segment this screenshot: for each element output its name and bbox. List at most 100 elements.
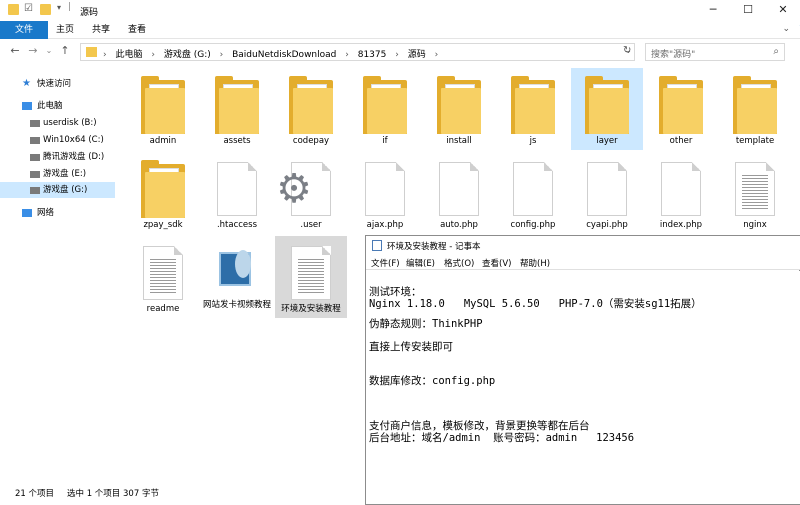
nav-label: 此电脑: [37, 101, 63, 111]
folder-icon: [141, 76, 185, 134]
nav-drive-e[interactable]: 游戏盘 (E:): [0, 166, 115, 182]
star-icon: ★: [22, 78, 31, 89]
nav-label: 网络: [37, 208, 55, 218]
close-button[interactable]: ✕: [766, 0, 800, 21]
file-item-template[interactable]: template: [719, 68, 791, 150]
chevron-right-icon[interactable]: ›: [345, 50, 349, 60]
file-item-codepay[interactable]: codepay: [275, 68, 347, 150]
file-item-layer[interactable]: layer: [571, 68, 643, 150]
file-item-other[interactable]: other: [645, 68, 717, 150]
file-item-config-php[interactable]: config.php: [497, 152, 569, 234]
nav-drive-d[interactable]: 腾讯游戏盘 (D:): [0, 149, 115, 165]
file-item-video-tutorial[interactable]: 网站发卡视频教程: [201, 236, 273, 318]
network-icon: [22, 209, 32, 217]
file-name: template: [735, 136, 775, 146]
file-item-js[interactable]: js: [497, 68, 569, 150]
nav-drive-b[interactable]: userdisk (B:): [0, 115, 115, 131]
customize-quick-access-icon[interactable]: ▾: [57, 3, 68, 14]
up-arrow-icon[interactable]: ↑: [58, 44, 72, 57]
chevron-right-icon[interactable]: ›: [395, 50, 399, 60]
file-item-readme[interactable]: readme: [127, 236, 199, 318]
folder-icon: [511, 76, 555, 134]
text-file-icon: [143, 246, 183, 300]
file-item-assets[interactable]: assets: [201, 68, 273, 150]
notepad-title: 环境及安装教程 - 记事本: [387, 242, 481, 252]
file-item-install[interactable]: install: [423, 68, 495, 150]
file-item-nginx[interactable]: nginx: [719, 152, 791, 234]
menu-file[interactable]: 文件(F): [371, 257, 400, 269]
nav-quick-access[interactable]: ★ 快速访问: [0, 76, 115, 92]
notepad-icon: [372, 240, 382, 251]
properties-icon[interactable]: ☑: [24, 4, 35, 15]
menu-format[interactable]: 格式(O): [444, 257, 474, 269]
menu-help[interactable]: 帮助(H): [520, 257, 550, 269]
forward-arrow-icon[interactable]: →: [26, 44, 40, 57]
navigation-pane: ★ 快速访问 此电脑 userdisk (B:) Win10x64 (C:) 腾…: [0, 64, 115, 484]
file-name: zpay_sdk: [143, 220, 183, 230]
new-folder-icon[interactable]: [40, 4, 51, 15]
tab-home[interactable]: 主页: [50, 21, 80, 39]
tab-view[interactable]: 查看: [122, 21, 152, 39]
file-name: codepay: [292, 136, 330, 146]
file-name: assets: [223, 136, 251, 146]
breadcrumb: › 此电脑 › 游戏盘 (G:) › BaiduNetdiskDownload …: [103, 47, 444, 60]
address-bar[interactable]: › 此电脑 › 游戏盘 (G:) › BaiduNetdiskDownload …: [80, 43, 635, 61]
nav-drive-g[interactable]: 游戏盘 (G:): [0, 182, 115, 198]
breadcrumb-source[interactable]: 源码: [408, 50, 426, 60]
file-item-htaccess[interactable]: .htaccess: [201, 152, 273, 234]
file-item-cyapi-php[interactable]: cyapi.php: [571, 152, 643, 234]
nav-drive-c[interactable]: Win10x64 (C:): [0, 132, 115, 148]
nav-this-pc[interactable]: 此电脑: [0, 98, 115, 114]
file-item-zpay-sdk[interactable]: zpay_sdk: [127, 152, 199, 234]
minimize-button[interactable]: ─: [696, 0, 730, 21]
text-line: Nginx 1.18.0 MySQL 5.6.50 PHP-7.0（需安装sg1…: [369, 298, 702, 310]
drive-icon: [30, 171, 40, 178]
text-line: 直接上传安装即可: [369, 341, 453, 353]
file-item-admin[interactable]: admin: [127, 68, 199, 150]
drive-icon: [30, 120, 40, 127]
file-item-install-guide[interactable]: 环境及安装教程: [275, 236, 347, 318]
breadcrumb-drive-g[interactable]: 游戏盘 (G:): [164, 50, 211, 60]
folder-icon: [659, 76, 703, 134]
file-name: readme: [146, 304, 180, 314]
file-item-if[interactable]: if: [349, 68, 421, 150]
text-line: 伪静态规则：ThinkPHP: [369, 318, 483, 330]
tab-file[interactable]: 文件: [0, 21, 48, 39]
nav-label: 游戏盘 (G:): [43, 185, 88, 195]
search-input[interactable]: 搜索"源码" ⌕: [645, 43, 785, 61]
menu-view[interactable]: 查看(V): [482, 257, 511, 269]
folder-icon: [8, 4, 19, 15]
breadcrumb-this-pc[interactable]: 此电脑: [115, 50, 142, 60]
file-item-index-php[interactable]: index.php: [645, 152, 717, 234]
folder-icon: [215, 76, 259, 134]
chevron-right-icon[interactable]: ›: [151, 50, 155, 60]
folder-icon: [141, 160, 185, 218]
divider: |: [68, 2, 72, 12]
file-item-auto-php[interactable]: auto.php: [423, 152, 495, 234]
chevron-right-icon[interactable]: ›: [220, 50, 224, 60]
file-item-user[interactable]: ⚙ .user: [275, 152, 347, 234]
nav-label: 游戏盘 (E:): [43, 169, 87, 179]
breadcrumb-81375[interactable]: 81375: [358, 50, 387, 60]
drive-icon: [30, 187, 40, 194]
folder-icon: [585, 76, 629, 134]
notepad-text-area[interactable]: 测试环境： Nginx 1.18.0 MySQL 5.6.50 PHP-7.0（…: [366, 271, 800, 504]
tab-share[interactable]: 共享: [86, 21, 116, 39]
folder-icon: [86, 47, 97, 57]
search-placeholder: 搜索"源码": [651, 50, 696, 60]
nav-network[interactable]: 网络: [0, 205, 115, 221]
file-name: index.php: [659, 220, 703, 230]
expand-ribbon-icon[interactable]: ⌄: [782, 24, 790, 34]
recent-locations-icon[interactable]: ⌄: [42, 46, 56, 55]
file-item-ajax-php[interactable]: ajax.php: [349, 152, 421, 234]
chevron-right-icon[interactable]: ›: [435, 50, 439, 60]
file-name: .htaccess: [216, 220, 258, 230]
refresh-icon[interactable]: ↻: [623, 45, 631, 56]
back-arrow-icon[interactable]: ←: [8, 44, 22, 57]
menu-edit[interactable]: 编辑(E): [406, 257, 435, 269]
file-name: if: [382, 136, 388, 146]
breadcrumb-baidunetdisk[interactable]: BaiduNetdiskDownload: [232, 50, 336, 60]
text-line: 数据库修改：config.php: [369, 375, 496, 387]
maximize-button[interactable]: ☐: [731, 0, 765, 21]
drive-icon: [30, 154, 40, 161]
